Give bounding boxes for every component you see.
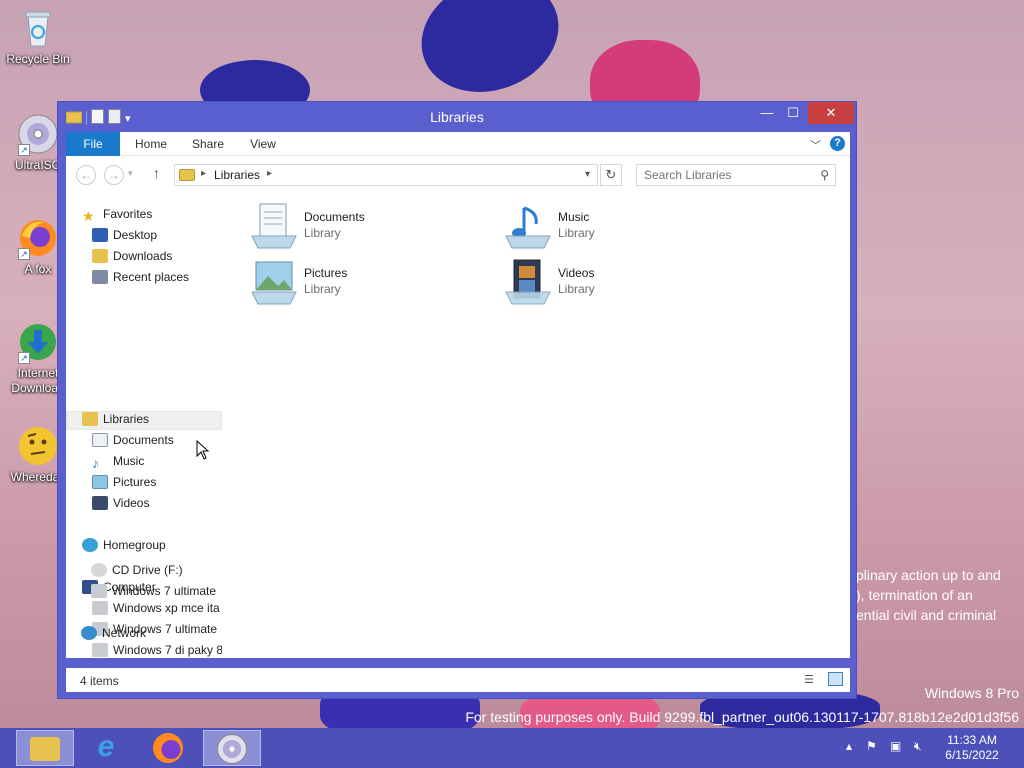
documents-library-icon	[250, 202, 298, 250]
drive-icon	[91, 584, 107, 598]
library-name: Music	[558, 210, 590, 224]
ribbon: File Home Share View ﹀ ?	[66, 132, 850, 156]
volume-muted-icon[interactable]: 🔇︎	[914, 739, 922, 754]
refresh-button[interactable]: ↻	[600, 164, 622, 186]
minimize-button[interactable]: —	[754, 102, 780, 124]
network-status-icon[interactable]: ▣	[890, 739, 901, 753]
cd-drive-icon	[91, 563, 107, 577]
legal-notice-line: ), termination of an	[856, 587, 973, 603]
tab-view[interactable]: View	[238, 132, 288, 156]
nav-label: Windows 7 ultimate	[112, 584, 217, 598]
action-center-flag-icon[interactable]: ⚑	[866, 739, 877, 753]
firefox-icon: ↗	[16, 216, 60, 260]
tab-home[interactable]: Home	[126, 132, 176, 156]
internet-download-manager-icon: ↗	[16, 320, 60, 364]
disc-icon	[217, 734, 247, 764]
address-bar[interactable]: ▸ Libraries ▸ ▾	[174, 164, 598, 186]
clock[interactable]: 11:33 AM 6/15/2022	[936, 733, 1008, 763]
windows-edition-watermark: Windows 8 Pro	[924, 685, 1019, 701]
library-type: Library	[304, 226, 341, 240]
taskbar-ultraiso[interactable]	[203, 730, 261, 766]
title-bar[interactable]: ▾ Libraries — ☐ ✕	[58, 102, 856, 132]
legal-notice: plinary action up to and ), termination …	[856, 565, 1024, 625]
disc-icon: ↗	[16, 112, 60, 156]
recycle-bin-icon	[16, 6, 60, 50]
desktop-icon-label: Recycle Bin	[6, 52, 70, 66]
tiles-view-icon[interactable]	[828, 672, 843, 686]
libraries-folder-icon	[179, 169, 195, 181]
library-type: Library	[558, 282, 595, 296]
item-count: 4 items	[80, 674, 119, 688]
breadcrumb-chevron-icon[interactable]: ▸	[267, 168, 272, 179]
recent-locations-chevron-icon[interactable]: ▾	[128, 168, 133, 179]
address-dropdown-icon[interactable]: ▾	[585, 169, 590, 180]
tab-share[interactable]: Share	[184, 132, 232, 156]
network-icon	[81, 626, 97, 640]
shortcut-arrow-icon: ↗	[18, 352, 30, 364]
breadcrumb[interactable]: Libraries	[214, 168, 260, 182]
search-input[interactable]	[637, 165, 807, 185]
videos-library-icon	[504, 258, 552, 306]
taskbar: e ▴ ⚑ ▣ 🔇︎ 11:33 AM 6/15/2022	[0, 728, 1024, 768]
library-type: Library	[558, 226, 595, 240]
window-title: Libraries	[430, 109, 484, 125]
library-documents[interactable]: Documents Library	[236, 202, 476, 252]
build-watermark: For testing purposes only. Build 9299.fb…	[465, 709, 1019, 725]
maximize-button[interactable]: ☐	[780, 102, 806, 124]
library-pictures[interactable]: Pictures Library	[236, 258, 476, 308]
nav-label: CD Drive (F:)	[112, 563, 183, 577]
library-videos[interactable]: Videos Library	[490, 258, 730, 308]
mouse-cursor	[196, 439, 210, 463]
shortcut-arrow-icon: ↗	[18, 248, 30, 260]
library-name: Pictures	[304, 266, 348, 280]
nav-network[interactable]: Network	[81, 623, 146, 644]
nav-label: Network	[102, 626, 147, 640]
file-explorer-icon	[30, 737, 60, 761]
tab-file[interactable]: File	[66, 132, 120, 156]
up-arrow-icon[interactable]: ↑	[153, 165, 160, 181]
taskbar-file-explorer[interactable]	[16, 730, 74, 766]
internet-explorer-icon: e	[97, 730, 115, 763]
close-button[interactable]: ✕	[808, 102, 854, 124]
explorer-window: ▾ Libraries — ☐ ✕ File Home Share View ﹀…	[57, 101, 857, 699]
content-pane: Documents Library Music Library Pictures…	[226, 192, 850, 658]
show-hidden-icons-chevron-icon[interactable]: ▴	[846, 739, 852, 753]
search-icon[interactable]: ⚲	[820, 168, 829, 182]
clock-time: 11:33 AM	[947, 733, 997, 747]
back-button[interactable]: ←	[76, 165, 96, 185]
address-row: ← → ▾ ↑ ▸ Libraries ▸ ▾ ↻ ⚲	[66, 156, 850, 192]
nav-item-drive[interactable]: Windows 7 ultimate	[91, 581, 216, 602]
taskbar-firefox[interactable]	[140, 730, 198, 766]
wallpaper-shape	[405, 0, 575, 111]
forward-button[interactable]: →	[104, 165, 124, 185]
search-box: ⚲	[636, 164, 836, 186]
clock-date: 6/15/2022	[945, 748, 999, 762]
legal-notice-line: ential civil and criminal	[856, 607, 997, 623]
library-name: Videos	[558, 266, 595, 280]
expand-ribbon-chevron-icon[interactable]: ﹀	[810, 137, 821, 153]
taskbar-internet-explorer[interactable]: e	[78, 730, 136, 766]
library-music[interactable]: Music Library	[490, 202, 730, 252]
pictures-library-icon	[250, 258, 298, 306]
firefox-icon	[153, 733, 183, 763]
music-library-icon	[504, 202, 552, 250]
library-type: Library	[304, 282, 341, 296]
status-bar: 4 items ☰	[66, 668, 850, 692]
help-icon[interactable]: ?	[830, 136, 845, 151]
shortcut-arrow-icon: ↗	[18, 144, 30, 156]
legal-notice-line: plinary action up to and	[856, 567, 1001, 583]
desktop-icon-recycle-bin[interactable]: Recycle Bin	[0, 6, 76, 67]
thinking-face-icon	[16, 424, 60, 468]
nav-item-cd-drive[interactable]: CD Drive (F:)	[91, 560, 183, 581]
breadcrumb-chevron-icon[interactable]: ▸	[201, 168, 206, 179]
library-name: Documents	[304, 210, 365, 224]
